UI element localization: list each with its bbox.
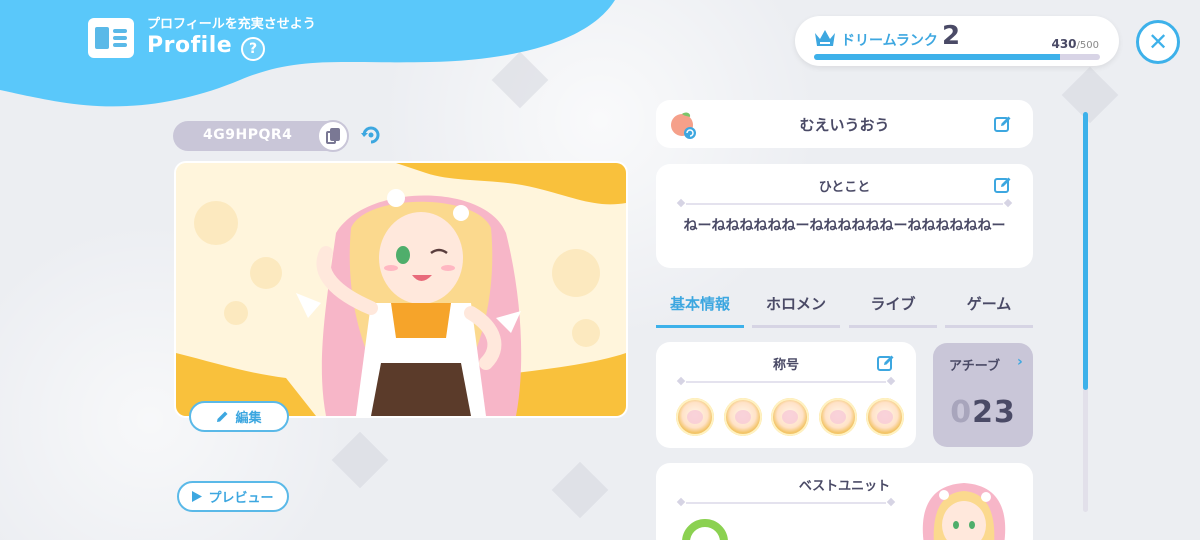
edit-button-label: 編集 [235,411,262,426]
character-card [176,163,626,416]
titles-card[interactable]: 称号 [656,342,916,448]
achievements-card[interactable]: アチーブ › 023 [933,343,1033,447]
scrollbar-thumb[interactable] [1083,112,1088,390]
close-button[interactable]: ✕ [1136,20,1180,64]
tab-game[interactable]: ゲーム [945,288,1033,328]
title-badge[interactable] [723,398,762,436]
play-icon [192,491,203,502]
preview-button-label: プレビュー [208,491,274,506]
unit-level-ring [682,519,728,540]
profile-tabs: 基本情報 ホロメン ライブ ゲーム [656,288,1033,328]
title-badge[interactable] [676,398,714,436]
tab-basic-info[interactable]: 基本情報 [656,288,744,328]
profile-card-icon [88,18,134,58]
tab-label: ホロメン [765,295,826,313]
title-badge[interactable] [866,398,904,436]
section-divider [686,502,886,504]
bg-decoration [331,431,389,489]
section-divider [686,203,1003,205]
rank-progress-text: 430/500 [1051,37,1099,51]
title-badges [676,398,904,436]
rank-label: ドリームランク [841,33,938,49]
bg-decoration [1061,66,1119,124]
chevron-right-icon: › [1017,354,1023,370]
help-icon[interactable]: ? [241,37,265,61]
edit-name-icon[interactable] [994,115,1012,133]
rank-level: 2 [942,21,961,51]
tab-label: 基本情報 [669,295,730,313]
scrollbar[interactable] [1083,112,1088,512]
section-divider [686,381,886,383]
tab-live[interactable]: ライブ [849,288,937,328]
tab-label: ライブ [870,295,916,313]
comment-card: ひとこと ねーねねねねねねーねねねねねねーねねねねねねー [656,164,1033,268]
bg-decoration [551,461,609,519]
refresh-icon[interactable] [360,124,382,146]
edit-titles-icon[interactable] [877,354,895,372]
title-badge[interactable] [818,398,857,436]
achievements-count: 023 [933,395,1033,430]
copy-icon [326,128,340,144]
tab-holomem[interactable]: ホロメン [752,288,840,328]
title-badge[interactable] [771,398,809,436]
comment-title: ひとこと [818,180,871,195]
rank-progress-bar [814,54,1100,60]
unit-character-portrait [922,483,1006,540]
achievements-count-value: 23 [972,395,1016,430]
comment-text: ねーねねねねねねーねねねねねねーねねねねねねー [683,218,1006,234]
close-icon: ✕ [1147,28,1169,56]
copy-id-button[interactable] [317,120,349,152]
name-card: むえいうおう [656,100,1033,148]
achievements-label: アチーブ [949,359,1000,374]
rank-progress-fill [814,54,1060,60]
header-subtitle: プロフィールを充実させよう [147,17,316,32]
pencil-icon [217,411,228,422]
player-name: むえいうおう [799,116,890,134]
tab-label: ゲーム [966,295,1012,313]
dream-rank-panel: ドリームランク 2 430/500 [795,16,1119,66]
rank-max: /500 [1076,40,1099,51]
character-illustration [176,163,626,416]
player-id: 4G9HPQR4 [203,127,293,143]
preview-button[interactable]: プレビュー [177,481,289,512]
edit-button[interactable]: 編集 [189,401,289,432]
rank-current: 430 [1051,37,1077,51]
edit-comment-icon[interactable] [994,176,1012,194]
best-unit-card[interactable]: ベストユニット [656,463,1033,540]
crown-icon [815,30,835,46]
achievements-count-padding: 0 [950,395,973,430]
page-title: Profile [147,33,233,58]
